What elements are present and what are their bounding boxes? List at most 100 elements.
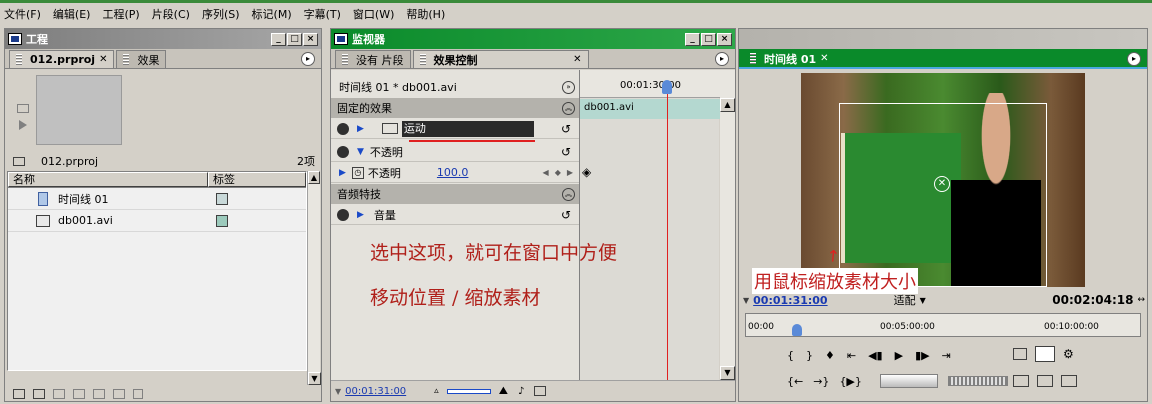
automate-icon[interactable] (53, 389, 65, 399)
play-icon[interactable]: ▶ (895, 349, 903, 362)
menu-sequence[interactable]: 序列(S) (202, 6, 240, 22)
close-icon[interactable]: ✕ (820, 53, 828, 64)
play-in-to-out-icon[interactable]: {▶} (839, 375, 861, 388)
menu-window[interactable]: 窗口(W) (353, 6, 394, 22)
transform-bounding-box[interactable] (839, 103, 1047, 287)
keyframe-scrollbar[interactable]: ▲ ▼ (720, 70, 735, 380)
motion-effect-row[interactable]: ▶ 运动 ↺ (331, 119, 579, 139)
monitor-titlebar[interactable]: 监视器 _ □ × (331, 29, 735, 49)
panel-menu-icon[interactable]: ▸ (301, 52, 315, 66)
fit-dropdown[interactable]: 适配 (894, 292, 916, 308)
expand-icon[interactable]: ▶ (357, 124, 364, 134)
effect-toggle-icon[interactable] (337, 145, 349, 158)
zoom-slider[interactable] (446, 388, 491, 394)
prev-keyframe-icon[interactable]: ◀ (543, 168, 549, 177)
go-to-out-point-icon[interactable]: →} (813, 375, 829, 388)
export-icon[interactable] (534, 386, 547, 396)
audio-loop-icon[interactable]: ♪ (518, 386, 524, 397)
list-scrollbar[interactable]: ▲ ▼ (307, 171, 321, 385)
opacity-effect-row[interactable]: ▼ 不透明 ↺ (331, 142, 579, 162)
zoom-in-icon[interactable]: ⛰ (499, 384, 508, 398)
tab-effects[interactable]: 效果 (116, 50, 167, 68)
column-label-header[interactable]: 标签 (208, 172, 306, 187)
list-item[interactable]: db001.avi (8, 210, 306, 232)
keyframe-marker-icon[interactable]: ◈ (582, 165, 591, 179)
list-view-icon[interactable] (13, 389, 25, 399)
playhead-handle-icon[interactable] (662, 80, 672, 94)
close-button[interactable]: × (303, 32, 318, 46)
step-back-icon[interactable]: ◀▮ (868, 349, 883, 362)
maximize-button[interactable]: □ (287, 32, 302, 46)
column-name-header[interactable]: 名称 (8, 172, 208, 187)
zoom-out-icon[interactable]: ▵ (434, 386, 439, 396)
lift-icon[interactable] (1013, 348, 1027, 360)
output-icon[interactable]: ⚙ (1063, 347, 1074, 361)
close-icon[interactable]: ✕ (99, 54, 107, 65)
menu-help[interactable]: 帮助(H) (406, 6, 445, 22)
fixed-effects-header[interactable]: 固定的效果 ︽ (331, 98, 579, 118)
reset-icon[interactable]: ↺ (561, 208, 571, 222)
extract-icon[interactable] (1013, 375, 1029, 387)
collapse-icon[interactable]: ︽ (562, 101, 575, 115)
project-titlebar[interactable]: 工程 _ □ × (5, 29, 321, 49)
reset-icon[interactable]: ↺ (561, 122, 571, 136)
trim-icon[interactable] (1037, 375, 1053, 387)
scroll-up-button[interactable]: ▲ (720, 98, 735, 112)
go-to-out-icon[interactable]: ⇥ (942, 349, 951, 362)
chevron-down-icon[interactable]: ▼ (920, 296, 926, 305)
icon-view-icon[interactable] (33, 389, 45, 399)
marker-icon[interactable]: ♦ (825, 349, 835, 362)
jog-wheel[interactable] (947, 376, 1008, 386)
label-swatch[interactable] (216, 192, 228, 205)
panel-menu-icon[interactable]: ▸ (1127, 52, 1141, 66)
maximize-button[interactable]: □ (701, 32, 716, 46)
expand-icon[interactable]: ▼ (357, 147, 364, 157)
current-timecode[interactable]: 00:01:31:00 (345, 386, 406, 397)
tab-source[interactable]: 没有 片段 (335, 50, 411, 68)
collapse-icon[interactable]: ︽ (562, 187, 575, 201)
reset-icon[interactable]: ↺ (561, 145, 571, 159)
opacity-param-row[interactable]: ▶ ◷ 不透明 100.0 ◀ ◆ ▶ (331, 163, 579, 183)
folder-up-icon[interactable] (13, 156, 25, 166)
go-to-in-icon[interactable]: ⇤ (847, 349, 856, 362)
time-ruler[interactable]: 00:01:30:00 (580, 70, 720, 98)
anchor-point-icon[interactable]: ✕ (934, 176, 950, 192)
clip-bar[interactable]: db001.avi (580, 99, 720, 119)
list-item[interactable]: 时间线 01 (8, 188, 306, 210)
menu-edit[interactable]: 编辑(E) (53, 6, 91, 22)
panel-menu-icon[interactable]: ▸ (715, 52, 729, 66)
transform-icon[interactable] (381, 123, 398, 134)
expand-icon[interactable]: ▶ (339, 168, 346, 178)
close-button[interactable]: × (717, 32, 732, 46)
motion-label[interactable]: 运动 (401, 120, 534, 137)
close-icon[interactable]: ✕ (573, 54, 581, 65)
next-keyframe-icon[interactable]: ▶ (567, 168, 573, 177)
find-icon[interactable] (73, 389, 85, 399)
opacity-value[interactable]: 100.0 (437, 166, 469, 179)
scroll-up-button[interactable]: ▲ (308, 171, 320, 184)
effect-toggle-icon[interactable] (337, 122, 349, 135)
tab-effect-controls[interactable]: 效果控制 ✕ (412, 50, 589, 68)
scroll-down-button[interactable]: ▼ (720, 366, 735, 380)
menu-project[interactable]: 工程(P) (102, 6, 139, 22)
show-timeline-icon[interactable]: » (562, 80, 575, 94)
bin-icon[interactable] (93, 389, 105, 399)
safe-margins-icon[interactable] (1035, 346, 1055, 362)
mark-out-icon[interactable]: } (806, 349, 813, 362)
tab-project-file[interactable]: 012.prproj ✕ (9, 50, 115, 68)
program-video-frame[interactable]: ✕ (801, 73, 1085, 287)
audio-effects-header[interactable]: 音频特技 ︽ (331, 184, 579, 204)
program-ruler[interactable]: 00:00 00:05:00:00 00:10:00:00 (745, 313, 1141, 337)
stopwatch-icon[interactable]: ◷ (351, 166, 364, 179)
minimize-button[interactable]: _ (685, 32, 700, 46)
effect-toggle-icon[interactable] (337, 208, 349, 221)
new-item-icon[interactable] (113, 389, 125, 399)
loop-icon[interactable]: ↔ (1137, 295, 1145, 305)
playhead-handle-icon[interactable] (792, 324, 802, 336)
mark-in-icon[interactable]: { (787, 349, 794, 362)
add-keyframe-icon[interactable]: ◆ (555, 168, 561, 177)
volume-effect-row[interactable]: ▶ 音量 ↺ (331, 205, 579, 225)
overwrite-icon[interactable] (1061, 375, 1077, 387)
trash-icon[interactable] (133, 389, 143, 399)
step-forward-icon[interactable]: ▮▶ (915, 349, 930, 362)
